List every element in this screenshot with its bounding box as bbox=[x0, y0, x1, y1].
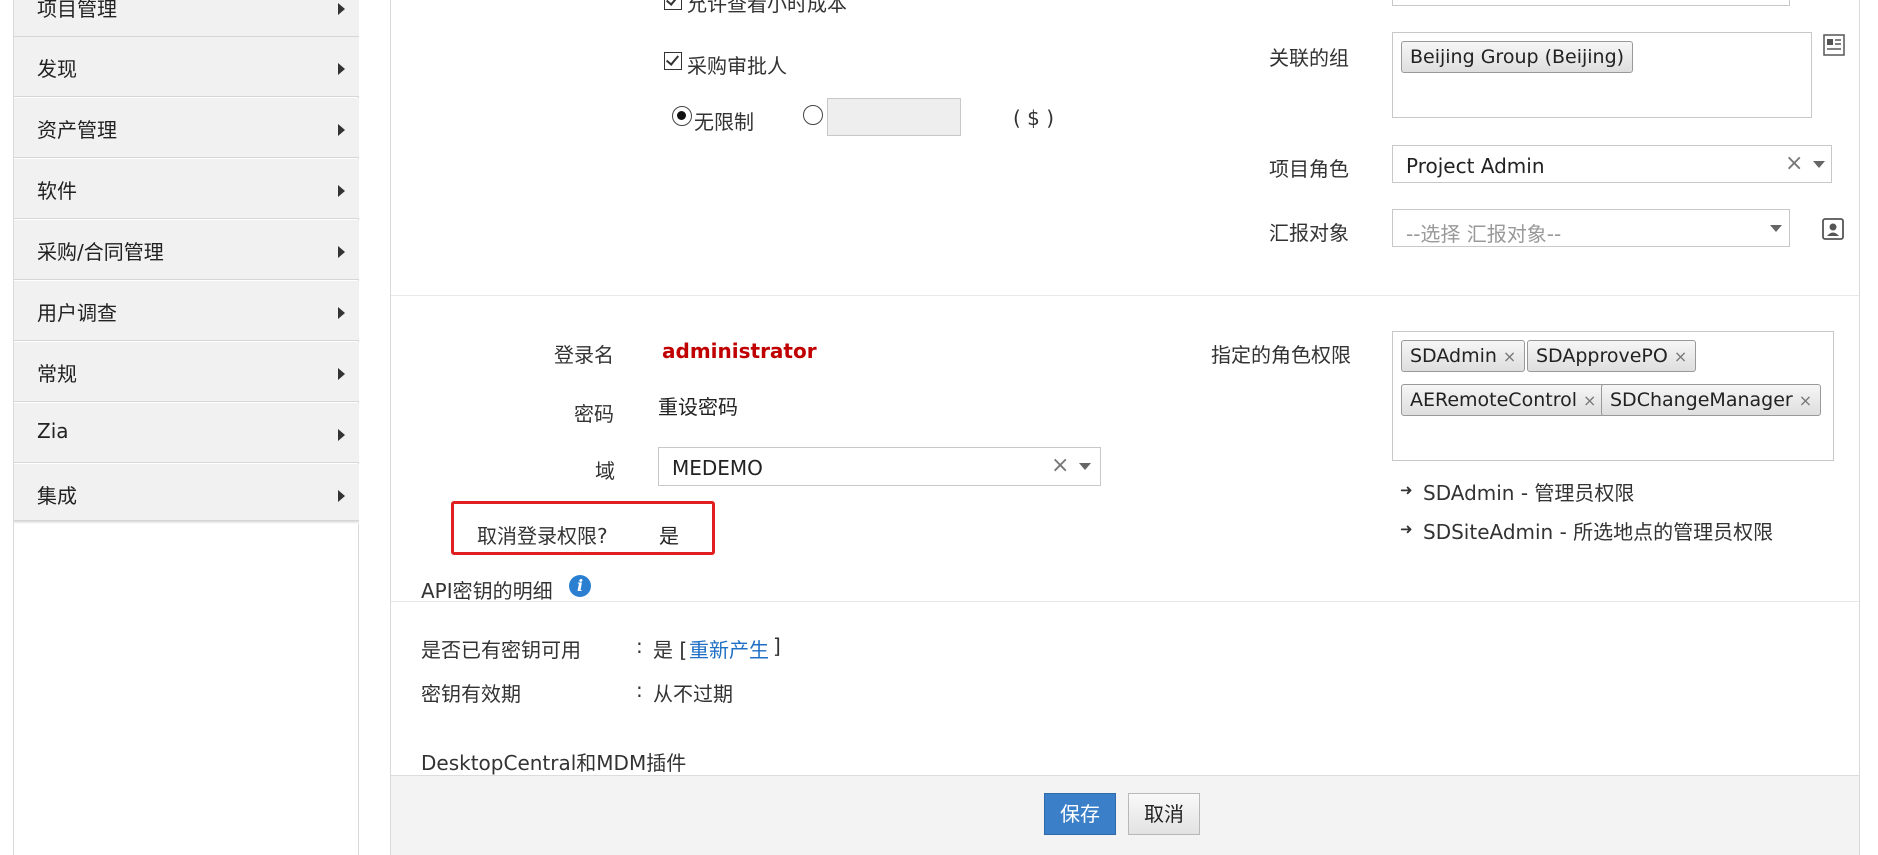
revoke-login-value: 是 bbox=[659, 524, 679, 548]
remove-icon[interactable]: × bbox=[1674, 347, 1687, 366]
save-button[interactable]: 保存 bbox=[1044, 793, 1116, 835]
chevron-right-icon bbox=[338, 124, 345, 136]
sidebar-item-label: 常规 bbox=[37, 362, 77, 386]
assigned-roles-label: 指定的角色权限 bbox=[1211, 343, 1351, 367]
chevron-right-icon bbox=[338, 246, 345, 258]
sidebar-item-label: 发现 bbox=[37, 57, 77, 81]
key-available-value: 是 [ bbox=[653, 638, 688, 662]
amount-limit-radio[interactable] bbox=[803, 105, 823, 125]
login-name-label: 登录名 bbox=[554, 343, 614, 367]
bracket-close: ] bbox=[773, 634, 781, 658]
role-tag-label: SDApprovePO bbox=[1536, 345, 1668, 367]
sidebar-item-integration[interactable]: 集成 bbox=[14, 464, 359, 524]
form-footer: 保存 取消 bbox=[391, 775, 1859, 855]
group-picker-icon[interactable] bbox=[1823, 34, 1845, 56]
sidebar-item-label: 软件 bbox=[37, 179, 77, 203]
api-section-title: API密钥的明细 bbox=[421, 579, 553, 603]
login-name-value: administrator bbox=[662, 339, 817, 363]
role-tag[interactable]: SDAdmin × bbox=[1401, 340, 1526, 372]
sidebar-item-discovery[interactable]: 发现 bbox=[14, 37, 359, 97]
chevron-right-icon bbox=[338, 307, 345, 319]
chevron-down-icon[interactable] bbox=[1770, 225, 1782, 232]
clear-icon[interactable]: × bbox=[1051, 453, 1069, 478]
key-available-label: 是否已有密钥可用 bbox=[421, 638, 581, 662]
chevron-right-icon bbox=[338, 368, 345, 380]
key-expiry-label: 密钥有效期 bbox=[421, 682, 521, 706]
role-description: SDAdmin - 管理员权限 bbox=[1423, 481, 1635, 505]
password-label: 密码 bbox=[574, 402, 614, 426]
view-time-cost-label: 允许查看小时成本 bbox=[687, 0, 847, 16]
chevron-right-icon bbox=[338, 490, 345, 502]
sidebar-item-zia[interactable]: Zia bbox=[14, 403, 359, 463]
sidebar-item-software[interactable]: 软件 bbox=[14, 159, 359, 219]
clear-icon[interactable]: × bbox=[1785, 151, 1803, 176]
remove-icon[interactable]: × bbox=[1583, 391, 1596, 410]
sidebar-item-label: 集成 bbox=[37, 484, 77, 508]
chevron-right-icon bbox=[338, 185, 345, 197]
contact-card-icon[interactable] bbox=[1821, 217, 1845, 241]
role-tag-label: SDChangeManager bbox=[1610, 389, 1793, 411]
sidebar-item-label: 资产管理 bbox=[37, 118, 117, 142]
purchase-approver-checkbox[interactable] bbox=[664, 52, 682, 70]
unlimited-radio[interactable] bbox=[672, 106, 692, 126]
role-description: SDSiteAdmin - 所选地点的管理员权限 bbox=[1423, 520, 1774, 544]
key-expiry-value: 从不过期 bbox=[653, 682, 733, 706]
associated-group-label: 关联的组 bbox=[1269, 46, 1349, 70]
reporting-to-label: 汇报对象 bbox=[1269, 221, 1349, 245]
remove-icon[interactable]: × bbox=[1503, 347, 1516, 366]
sidebar-item-asset-management[interactable]: 资产管理 bbox=[14, 98, 359, 158]
sidebar-item-label: 项目管理 bbox=[37, 0, 117, 21]
domain-select[interactable]: MEDEMO × bbox=[658, 447, 1101, 486]
reset-password-link[interactable]: 重设密码 bbox=[658, 391, 738, 420]
chevron-down-icon[interactable] bbox=[1813, 161, 1825, 168]
arrow-right-icon: ➜ bbox=[1400, 520, 1413, 538]
chevron-down-icon[interactable] bbox=[1079, 463, 1091, 470]
info-icon[interactable]: i bbox=[569, 575, 591, 597]
role-tag[interactable]: SDApprovePO × bbox=[1527, 340, 1697, 372]
left-navigation-sidebar: 项目管理 发现 资产管理 软件 采购/合同管理 用户调查 常规 Zia 集成 bbox=[13, 0, 359, 855]
unlimited-label: 无限制 bbox=[694, 110, 754, 134]
colon-separator: : bbox=[636, 634, 643, 658]
project-role-label: 项目角色 bbox=[1269, 157, 1349, 181]
reporting-to-placeholder: --选择 汇报对象-- bbox=[1406, 222, 1562, 246]
project-role-value: Project Admin bbox=[1406, 154, 1545, 178]
sidebar-item-user-survey[interactable]: 用户调查 bbox=[14, 281, 359, 341]
sidebar-item-general[interactable]: 常规 bbox=[14, 342, 359, 402]
chevron-right-icon bbox=[338, 63, 345, 75]
section-divider bbox=[391, 601, 1859, 602]
plugin-section-title: DesktopCentral和MDM插件 bbox=[421, 751, 687, 775]
sidebar-item-label: Zia bbox=[37, 419, 69, 443]
purchase-approver-label: 采购审批人 bbox=[687, 54, 787, 78]
chevron-right-icon bbox=[338, 3, 345, 15]
top-cut-field[interactable] bbox=[1392, 0, 1790, 6]
role-tag-label: AERemoteControl bbox=[1410, 389, 1577, 411]
project-role-select[interactable]: Project Admin × bbox=[1392, 145, 1832, 183]
revoke-login-label: 取消登录权限? bbox=[477, 524, 608, 548]
sidebar-item-label: 采购/合同管理 bbox=[37, 240, 164, 264]
amount-limit-input[interactable] bbox=[827, 98, 961, 136]
currency-label: ( $ ) bbox=[1013, 106, 1055, 130]
arrow-right-icon: ➜ bbox=[1400, 481, 1413, 499]
regenerate-key-link[interactable]: 重新产生 bbox=[689, 634, 769, 663]
role-tag[interactable]: AERemoteControl × bbox=[1401, 384, 1606, 416]
sidebar-item-label: 用户调查 bbox=[37, 301, 117, 325]
cancel-button[interactable]: 取消 bbox=[1128, 793, 1200, 835]
group-tag[interactable]: Beijing Group (Beijing) bbox=[1401, 41, 1634, 73]
colon-separator: : bbox=[636, 678, 643, 702]
remove-icon[interactable]: × bbox=[1799, 391, 1812, 410]
sidebar-divider bbox=[14, 520, 359, 524]
sidebar-item-purchase-contract[interactable]: 采购/合同管理 bbox=[14, 220, 359, 280]
associated-group-field[interactable]: Beijing Group (Beijing) bbox=[1392, 32, 1812, 118]
view-time-cost-checkbox[interactable] bbox=[664, 0, 682, 10]
sidebar-item-project-management[interactable]: 项目管理 bbox=[14, 0, 359, 37]
domain-value: MEDEMO bbox=[672, 456, 763, 480]
assigned-roles-field[interactable]: SDAdmin × SDApprovePO × AERemoteControl × S… bbox=[1392, 331, 1834, 461]
technician-edit-form: 允许查看小时成本 采购审批人 无限制 ( $ ) 关联的组 Beijing Gr… bbox=[390, 0, 1860, 855]
role-tag-label: SDAdmin bbox=[1410, 345, 1497, 367]
chevron-right-icon bbox=[338, 429, 345, 441]
domain-label: 域 bbox=[595, 459, 615, 483]
reporting-to-select[interactable]: --选择 汇报对象-- bbox=[1392, 209, 1790, 247]
section-divider bbox=[391, 295, 1859, 296]
role-tag[interactable]: SDChangeManager × bbox=[1601, 384, 1822, 416]
